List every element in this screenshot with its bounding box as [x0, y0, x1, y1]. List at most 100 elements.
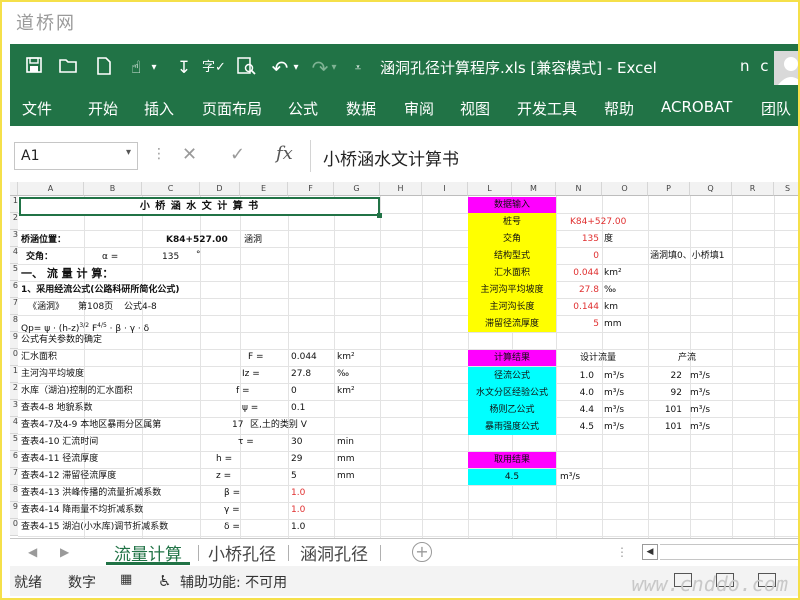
col-header-b[interactable]: B [84, 182, 142, 196]
split-handle-icon[interactable]: ⋮ [616, 545, 628, 559]
undo-dropdown-icon[interactable]: ▾ [290, 56, 302, 80]
row-header[interactable]: 8 [10, 315, 18, 332]
col-header-p[interactable]: P [648, 182, 690, 196]
macro-record-icon[interactable]: ▦ [120, 572, 132, 587]
sort-icon[interactable]: ↧ [172, 56, 196, 80]
horizontal-scrollbar[interactable] [660, 544, 798, 560]
tab-page-layout[interactable]: 页面布局 [202, 98, 262, 119]
tab-team[interactable]: 团队 [761, 98, 791, 119]
sheet-tab-culvert[interactable]: 涵洞孔径 [292, 539, 376, 565]
tab-review[interactable]: 审阅 [404, 98, 434, 119]
cancel-icon[interactable]: ✕ [182, 144, 197, 165]
tab-data[interactable]: 数据 [346, 98, 376, 119]
row-header[interactable]: 3 [10, 230, 18, 247]
name-box[interactable]: A1 ▾ [14, 142, 138, 170]
avatar[interactable] [774, 51, 798, 85]
tab-insert[interactable]: 插入 [144, 98, 174, 119]
col-header-e[interactable]: E [240, 182, 288, 196]
chevron-down-icon[interactable]: ▾ [126, 147, 131, 158]
gridline [18, 468, 798, 469]
open-icon[interactable] [56, 56, 80, 80]
row-header[interactable]: 4 [10, 247, 18, 264]
row-header[interactable]: 1 [10, 196, 18, 213]
reference-page: 第108页 [78, 302, 114, 312]
scroll-tabs-left-icon[interactable]: ◀ [28, 545, 37, 559]
col-header-o[interactable]: O [602, 182, 648, 196]
input-value[interactable]: 0 [556, 248, 599, 265]
col-header-a[interactable]: A [18, 182, 84, 196]
row-header[interactable]: 2 [10, 213, 18, 230]
col-header-h[interactable]: H [380, 182, 422, 196]
chevron-down-icon[interactable]: ▾ [148, 56, 160, 80]
param-value: 0.1 [291, 403, 306, 413]
col-header-c[interactable]: C [142, 182, 200, 196]
col-header-d[interactable]: D [200, 182, 240, 196]
row-header[interactable]: 0 [10, 519, 18, 536]
row-header[interactable]: 5 [10, 434, 18, 451]
row-header[interactable]: 6 [10, 451, 18, 468]
col-header-r[interactable]: R [732, 182, 774, 196]
input-value[interactable]: 0.044 [556, 265, 599, 282]
new-icon[interactable] [92, 56, 116, 80]
row-header[interactable]: 3 [10, 400, 18, 417]
save-icon[interactable] [22, 56, 46, 80]
row-header[interactable]: 9 [10, 502, 18, 519]
redo-dropdown-icon[interactable]: ▾ [328, 56, 340, 80]
input-value[interactable]: 5 [556, 316, 599, 333]
input-label: 滞留径流厚度 [484, 319, 539, 329]
spell-check-icon[interactable]: 字✓ [202, 56, 226, 80]
add-sheet-button[interactable]: + [412, 542, 432, 562]
fill-handle[interactable] [377, 213, 382, 218]
row-header[interactable]: 2 [10, 383, 18, 400]
user-name[interactable]: n c [740, 57, 772, 75]
row-header[interactable]: 4 [10, 417, 18, 434]
row-header[interactable]: 5 [10, 264, 18, 281]
input-note: 涵洞填0、小桥填1 [650, 251, 725, 261]
col-header-s[interactable]: S [774, 182, 798, 196]
col-header-m[interactable]: M [512, 182, 556, 196]
insert-function-button[interactable]: fx [276, 143, 293, 164]
col-header-l[interactable]: L [468, 182, 512, 196]
tab-help[interactable]: 帮助 [604, 98, 634, 119]
formula-input[interactable]: 小桥涵水文计算书 [310, 140, 798, 172]
row-header[interactable]: 1 [10, 366, 18, 383]
tab-home[interactable]: 开始 [88, 98, 118, 119]
sheet-tab-flow-calc[interactable]: 流量计算 [106, 539, 190, 565]
row-header[interactable]: 7 [10, 468, 18, 485]
col-header-n[interactable]: N [556, 182, 602, 196]
worksheet-grid[interactable]: A B C D E F G H I L M N O P Q R S 1 2 3 … [10, 182, 798, 538]
input-value[interactable]: K84+527.00 [570, 214, 626, 231]
col-header-g[interactable]: G [334, 182, 380, 196]
tab-formulas[interactable]: 公式 [288, 98, 318, 119]
select-all-corner[interactable] [10, 182, 18, 196]
sheet-tab-small-bridge[interactable]: 小桥孔径 [200, 539, 284, 565]
col-header-q[interactable]: Q [690, 182, 732, 196]
touch-mode-icon[interactable]: ☝ [124, 56, 148, 80]
col-header-i[interactable]: I [422, 182, 468, 196]
tab-file[interactable]: 文件 [22, 98, 52, 119]
row-header[interactable]: 8 [10, 485, 18, 502]
row-header[interactable]: 9 [10, 332, 18, 349]
scroll-left-icon[interactable]: ◀ [642, 544, 658, 560]
input-value[interactable]: 135 [556, 231, 599, 248]
col-header-f[interactable]: F [288, 182, 334, 196]
undo-icon[interactable]: ↶ [268, 56, 292, 80]
param-value: 1.0 [291, 488, 306, 498]
param-value: 1.0 [291, 522, 306, 532]
result-label: 杨则乙公式 [489, 405, 535, 415]
scroll-tabs-right-icon[interactable]: ▶ [60, 545, 69, 559]
row-header[interactable]: 6 [10, 281, 18, 298]
status-accessibility[interactable]: 辅助功能: 不可用 [180, 572, 287, 592]
enter-icon[interactable]: ✓ [230, 144, 245, 165]
input-value[interactable]: 0.144 [556, 299, 599, 316]
input-value[interactable]: 27.8 [556, 282, 599, 299]
tab-acrobat[interactable]: ACROBAT [661, 98, 732, 116]
row-header[interactable]: 7 [10, 298, 18, 315]
result-yield: 101 [664, 405, 682, 415]
accessibility-icon[interactable]: ♿ [158, 572, 171, 590]
row-header[interactable]: 0 [10, 349, 18, 366]
tab-developer[interactable]: 开发工具 [517, 98, 577, 119]
tab-view[interactable]: 视图 [460, 98, 490, 119]
print-preview-icon[interactable] [234, 56, 258, 80]
customize-icon[interactable]: ⩡ [346, 56, 370, 80]
